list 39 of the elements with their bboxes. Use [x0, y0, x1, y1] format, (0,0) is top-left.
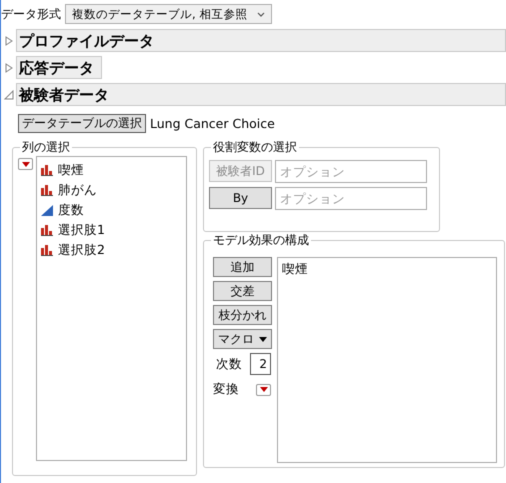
section-header[interactable]: 被験者データ: [16, 83, 506, 106]
column-item[interactable]: 選択肢1: [41, 220, 186, 240]
bar-chart-icon: [41, 184, 53, 196]
select-table-button[interactable]: データテーブルの選択: [18, 114, 146, 133]
column-item[interactable]: 喫煙: [41, 160, 186, 180]
column-item[interactable]: 肺がん: [41, 180, 186, 200]
panel-title: モデル効果の構成: [212, 232, 310, 249]
model-button[interactable]: マクロ: [213, 329, 272, 349]
model-button[interactable]: 枝分かれ: [213, 305, 272, 325]
bar-chart-icon: [41, 164, 53, 176]
role-button[interactable]: By: [209, 187, 272, 209]
model-button[interactable]: 交差: [213, 281, 272, 301]
menu-button[interactable]: [18, 158, 33, 170]
caret-icon: [260, 387, 268, 392]
caret-icon: [259, 336, 267, 342]
effect-item[interactable]: 喫煙: [282, 261, 492, 278]
data-format-label: データ形式: [1, 6, 61, 22]
disclosure-icon[interactable]: [4, 90, 14, 100]
disclosure-icon[interactable]: [4, 36, 14, 46]
degree-field[interactable]: 2: [250, 353, 271, 375]
menu-button[interactable]: [256, 384, 271, 396]
column-item[interactable]: 選択肢2: [41, 240, 186, 260]
section-header[interactable]: プロファイルデータ: [16, 29, 506, 52]
table-name: Lung Cancer Choice: [150, 116, 275, 131]
degree-label: 次数: [216, 356, 242, 372]
disclosure-icon[interactable]: [4, 62, 14, 72]
transform-label: 変換: [213, 381, 239, 398]
model-button[interactable]: 追加: [213, 257, 272, 277]
panel-title: 列の選択: [21, 139, 71, 156]
panel-title: 役割変数の選択: [212, 139, 298, 156]
triangle-icon: [41, 204, 53, 216]
role-field[interactable]: オプション: [275, 187, 427, 210]
bar-chart-icon: [41, 224, 53, 236]
column-item[interactable]: 度数: [41, 200, 186, 220]
data-format-dropdown[interactable]: 複数のデータテーブル, 相互参照: [65, 4, 272, 24]
chevron-icon: [257, 12, 266, 16]
section-header[interactable]: 応答データ: [16, 56, 102, 79]
bar-chart-icon: [41, 244, 53, 256]
caret-icon: [22, 162, 30, 166]
